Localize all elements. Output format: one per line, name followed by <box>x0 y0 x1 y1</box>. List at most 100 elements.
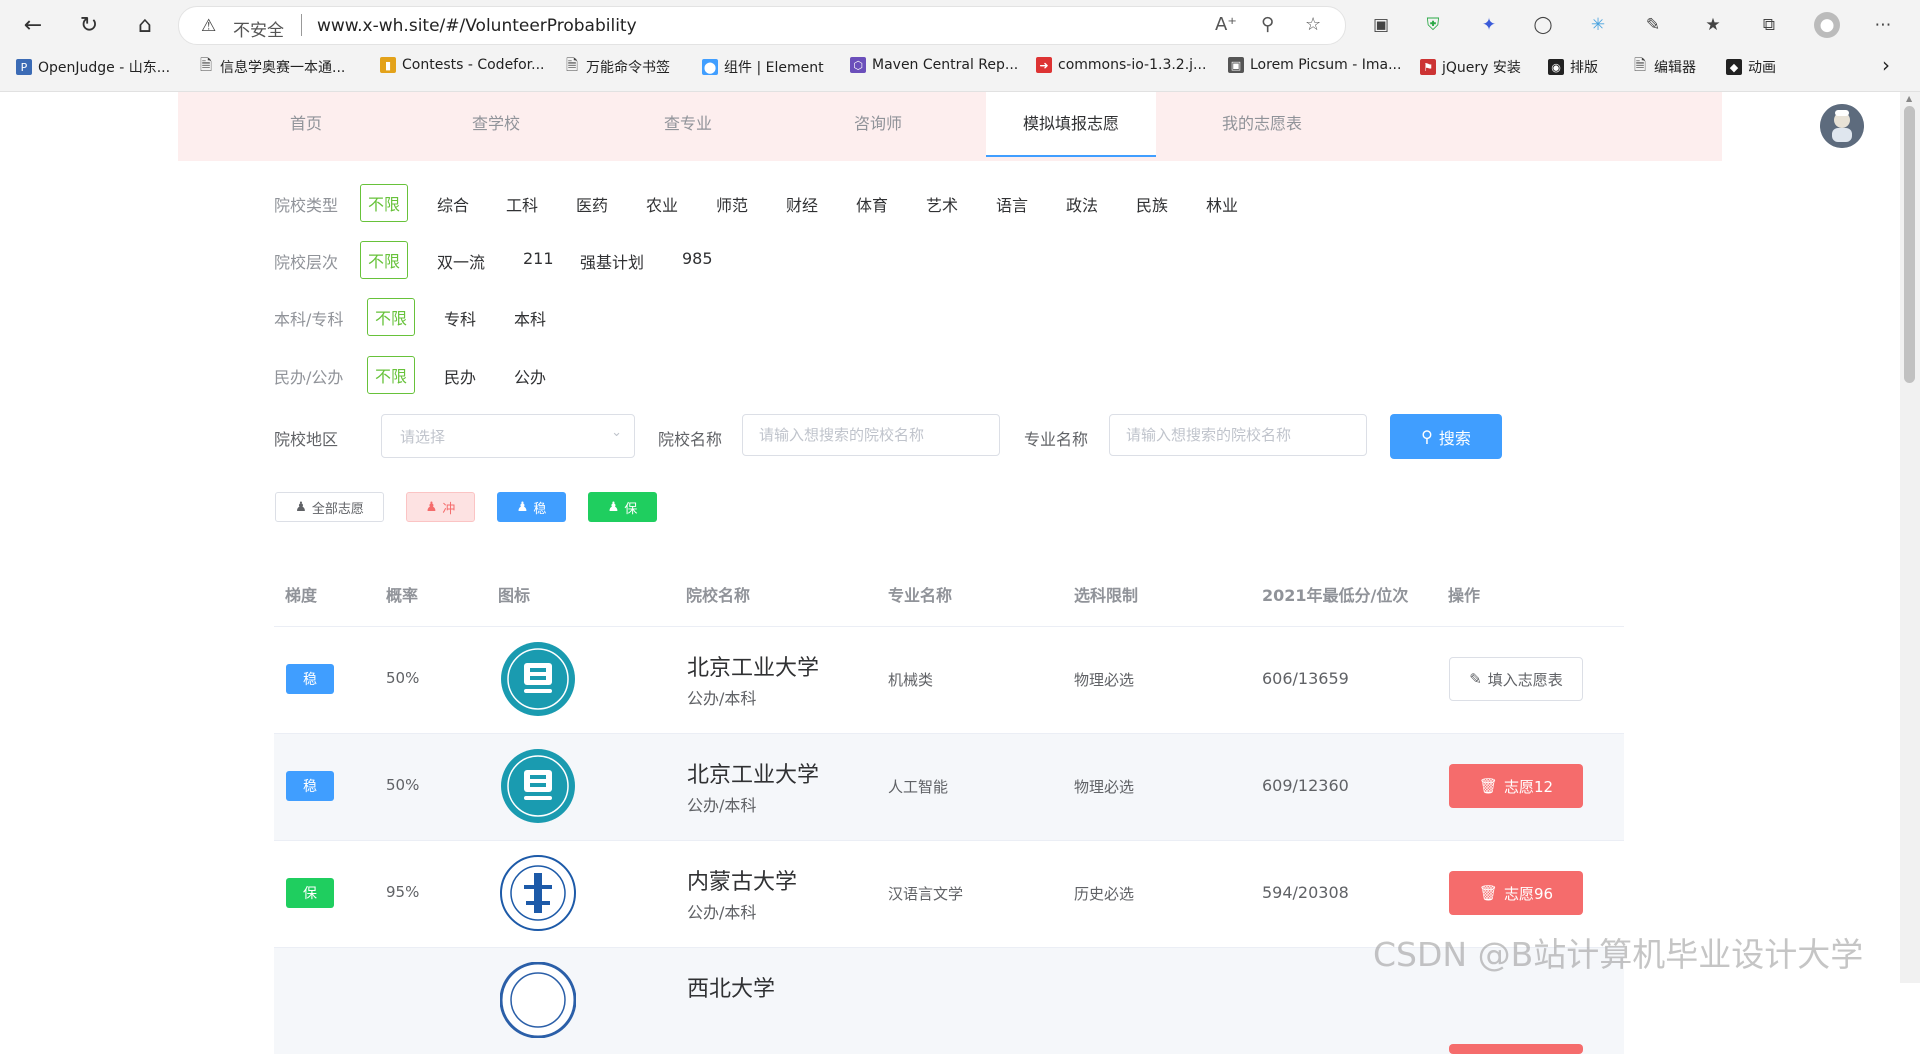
filter-option[interactable]: 农业 <box>646 192 678 216</box>
filter-option[interactable]: 师范 <box>716 192 748 216</box>
filter-option[interactable]: 政法 <box>1066 192 1098 216</box>
filter-option[interactable]: 211 <box>523 249 554 268</box>
bookmark-item[interactable]: ⚑ jQuery 安装 <box>1420 57 1521 77</box>
filter-option[interactable]: 语言 <box>996 192 1028 216</box>
bookmark-item[interactable]: ▣ Lorem Picsum - Ima... <box>1228 57 1401 73</box>
more-icon[interactable]: ⋯ <box>1870 12 1896 38</box>
page-scrollbar[interactable]: ▲ <box>1900 92 1920 983</box>
user-icon: ♟ <box>607 499 620 515</box>
user-icon: ♟ <box>295 499 307 515</box>
school-name[interactable]: 内蒙古大学 <box>687 864 797 896</box>
school-logo <box>500 748 576 824</box>
filter-option[interactable]: 不限 <box>360 241 409 279</box>
collections-icon[interactable]: ⧉ <box>1756 12 1782 38</box>
read-aloud-icon[interactable]: A⁺ <box>1215 14 1237 35</box>
filter-option[interactable]: 医药 <box>576 192 608 216</box>
table-row: 稳 50% 北京工业大学 公办/本科 人工智能 物理必选 609/12360 🗑 志愿12 <box>274 733 1624 840</box>
extension-icon-1[interactable]: ▣ <box>1368 12 1394 38</box>
bookmark-item[interactable]: ⬡ Maven Central Rep... <box>850 57 1018 73</box>
favorite-add-icon[interactable]: ☆ <box>1305 14 1321 35</box>
bookmark-item[interactable]: ⬤ 组件 | Element <box>702 57 824 77</box>
filter-option[interactable]: 强基计划 <box>580 249 644 273</box>
extensions-icon[interactable]: ✎ <box>1640 12 1666 38</box>
filter-option[interactable]: 本科 <box>514 306 546 330</box>
bookmark-item[interactable]: ◉ 排版 <box>1548 57 1598 77</box>
filter-option[interactable]: 财经 <box>786 192 818 216</box>
favorites-icon[interactable]: ★ <box>1700 12 1726 38</box>
image-icon: ▣ <box>1228 57 1244 73</box>
filter-option[interactable]: 公办 <box>514 364 546 388</box>
zoom-icon[interactable]: ⚲ <box>1261 14 1274 35</box>
extension-icon-2[interactable]: ✦ <box>1476 12 1502 38</box>
filter-option[interactable]: 民族 <box>1136 192 1168 216</box>
table-header-cell: 2021年最低分/位次 <box>1262 586 1409 605</box>
scroll-up-icon[interactable]: ▲ <box>1906 94 1912 103</box>
diamond-icon: ◆ <box>1726 59 1742 75</box>
filter-option[interactable]: 艺术 <box>926 192 958 216</box>
filter-option[interactable]: 不限 <box>367 298 416 336</box>
codeforces-icon: ▮ <box>380 57 396 73</box>
safe-filter-button[interactable]: ♟ 保 <box>588 492 657 522</box>
filter-option[interactable]: 民办 <box>444 364 476 388</box>
address-bar[interactable]: ⚠ 不安全 www.x-wh.site/#/VolunteerProbabili… <box>178 6 1346 45</box>
extension-icon-3[interactable]: ◯ <box>1530 12 1556 38</box>
chevron-right-icon[interactable]: › <box>1882 53 1890 77</box>
nav-tab[interactable]: 我的志愿表 <box>1146 92 1378 161</box>
school-type: 公办/本科 <box>687 903 757 922</box>
avatar[interactable] <box>1820 104 1864 148</box>
filter-option[interactable]: 综合 <box>437 192 469 216</box>
bookmark-item[interactable]: ➜ commons-io-1.3.2.j... <box>1036 57 1206 73</box>
filter-option[interactable]: 专科 <box>444 306 476 330</box>
rush-filter-button[interactable]: ♟ 冲 <box>406 492 475 522</box>
insecure-label[interactable]: 不安全 <box>233 16 284 41</box>
level-badge: 稳 <box>286 771 334 801</box>
fill-volunteer-button[interactable]: ✎ 填入志愿表 <box>1449 657 1583 701</box>
nav-tab[interactable]: 咨询师 <box>762 92 994 161</box>
filter-option[interactable]: 不限 <box>360 184 409 222</box>
all-volunteers-button[interactable]: ♟ 全部志愿 <box>275 492 384 522</box>
filter-option[interactable]: 林业 <box>1206 192 1238 216</box>
filter-option[interactable]: 不限 <box>367 356 416 394</box>
loading-icon[interactable]: ✳ <box>1585 12 1611 38</box>
profile-icon[interactable]: ● <box>1814 12 1840 38</box>
school-search-input[interactable] <box>742 414 1000 456</box>
filter-option[interactable]: 双一流 <box>437 249 485 273</box>
region-select[interactable]: 请选择 ⌄ <box>381 414 635 458</box>
url-text[interactable]: www.x-wh.site/#/VolunteerProbability <box>317 16 637 36</box>
region-placeholder: 请选择 <box>400 428 446 446</box>
table-header-cell: 图标 <box>498 586 531 605</box>
back-icon[interactable]: ← <box>18 10 48 40</box>
scrollbar-thumb[interactable] <box>1904 106 1915 383</box>
action-label: 填入志愿表 <box>1487 670 1563 689</box>
school-name[interactable]: 北京工业大学 <box>687 757 819 789</box>
filter-option[interactable]: 985 <box>682 249 713 268</box>
school-name[interactable]: 西北大学 <box>687 971 775 1003</box>
remove-volunteer-button[interactable] <box>1449 1044 1583 1054</box>
major-search-input[interactable] <box>1109 414 1367 456</box>
remove-volunteer-button[interactable]: 🗑 志愿96 <box>1449 871 1583 915</box>
bookmark-item[interactable]: ▮ Contests - Codefor... <box>380 57 545 73</box>
shield-icon[interactable]: ⛨ <box>1420 12 1446 38</box>
remove-volunteer-button[interactable]: 🗑 志愿12 <box>1449 764 1583 808</box>
nav-tab[interactable]: 模拟填报志愿 <box>986 92 1156 157</box>
filter-option[interactable]: 体育 <box>856 192 888 216</box>
steady-filter-button[interactable]: ♟ 稳 <box>497 492 566 522</box>
page-icon: 🗎 <box>1633 55 1647 74</box>
bookmark-item[interactable]: P OpenJudge - 山东... <box>16 57 170 77</box>
all-volunteers-label: 全部志愿 <box>311 501 364 517</box>
probability-cell: 50% <box>386 776 420 794</box>
bookmark-item[interactable]: 🗎 信息学奥赛一本通... <box>198 56 345 77</box>
warning-icon[interactable]: ⚠ <box>201 16 216 36</box>
search-button[interactable]: ⚲ 搜索 <box>1390 414 1502 459</box>
home-icon[interactable]: ⌂ <box>130 10 160 40</box>
filter-option[interactable]: 工科 <box>506 192 538 216</box>
bookmark-item[interactable]: 🗎 万能命令书签 <box>564 56 670 77</box>
page: 首页 查学校 查专业 咨询师 模拟填报志愿 我的志愿表 院校类型 不限 综合 工科 医药 农业 师范… <box>0 92 1900 1054</box>
school-name[interactable]: 北京工业大学 <box>687 650 819 682</box>
table-header-cell: 选科限制 <box>1074 586 1139 605</box>
bookmark-label: 组件 | Element <box>724 60 824 76</box>
refresh-icon[interactable]: ↻ <box>74 10 104 40</box>
bookmark-item[interactable]: ◆ 动画 <box>1726 57 1776 77</box>
steady-label: 稳 <box>533 501 547 517</box>
bookmark-item[interactable]: 🗎 编辑器 <box>1632 55 1696 77</box>
